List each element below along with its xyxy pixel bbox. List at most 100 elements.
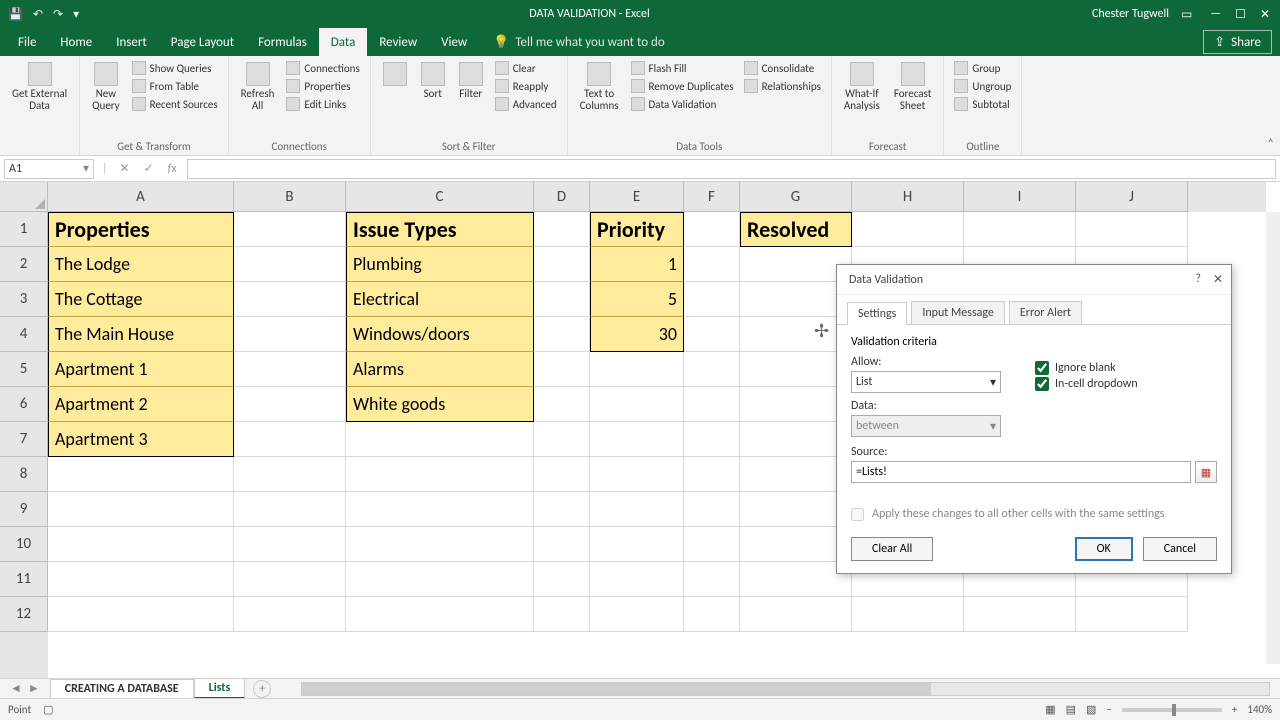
column-header-I[interactable]: I [964,182,1076,212]
cell-D1[interactable] [534,212,590,247]
cell-E8[interactable] [590,457,684,492]
sort-az-button[interactable] [379,60,411,88]
cancel-button[interactable]: Cancel [1143,537,1217,561]
cell-F2[interactable] [684,247,740,282]
range-picker-button[interactable]: ▦ [1195,461,1217,483]
tell-me[interactable]: 💡 Tell me what you want to do [479,28,1203,56]
group-button[interactable]: Group [952,60,1013,76]
undo-icon[interactable]: ↶ [33,7,43,22]
cell-C10[interactable] [346,527,534,562]
row-header-9[interactable]: 9 [0,492,48,527]
cell-B8[interactable] [234,457,346,492]
zoom-slider[interactable] [1122,708,1222,712]
cell-D3[interactable] [534,282,590,317]
share-button[interactable]: ⇪ Share [1203,30,1272,54]
minimize-icon[interactable]: — [1210,7,1221,22]
cell-E12[interactable] [590,597,684,632]
ungroup-button[interactable]: Ungroup [952,78,1013,94]
sheet-tab-lists[interactable]: Lists [194,678,246,699]
cell-G1[interactable]: Resolved [740,212,852,247]
cell-H1[interactable] [852,212,964,247]
cell-A3[interactable]: The Cottage [48,282,234,317]
column-header-F[interactable]: F [684,182,740,212]
tab-file[interactable]: File [6,28,48,56]
cell-B4[interactable] [234,317,346,352]
sheet-tab-creating-database[interactable]: CREATING A DATABASE [50,679,194,698]
new-query-button[interactable]: New Query [88,60,124,114]
row-header-6[interactable]: 6 [0,387,48,422]
dialog-close-icon[interactable]: ✕ [1213,272,1223,287]
cell-E6[interactable] [590,387,684,422]
vertical-scrollbar[interactable] [1266,212,1280,664]
cell-J12[interactable] [1076,597,1188,632]
row-header-12[interactable]: 12 [0,597,48,632]
cell-C6[interactable]: White goods [346,387,534,422]
tab-view[interactable]: View [429,28,479,56]
remove-duplicates-button[interactable]: Remove Duplicates [629,78,736,94]
cell-D5[interactable] [534,352,590,387]
cell-C9[interactable] [346,492,534,527]
ribbon-display-icon[interactable]: ▭ [1181,7,1192,22]
cell-C5[interactable]: Alarms [346,352,534,387]
cell-F12[interactable] [684,597,740,632]
cell-A7[interactable]: Apartment 3 [48,422,234,457]
cell-A1[interactable]: Properties [48,212,234,247]
row-header-1[interactable]: 1 [0,212,48,247]
tab-home[interactable]: Home [48,28,104,56]
row-header-4[interactable]: 4 [0,317,48,352]
cell-C7[interactable] [346,422,534,457]
cell-B10[interactable] [234,527,346,562]
zoom-out-icon[interactable]: − [1106,703,1111,716]
cell-D8[interactable] [534,457,590,492]
cell-B2[interactable] [234,247,346,282]
cell-C3[interactable]: Electrical [346,282,534,317]
ok-button[interactable]: OK [1075,537,1133,561]
dialog-help-icon[interactable]: ? [1195,272,1201,287]
qat-more-icon[interactable]: ▾ [73,7,79,22]
cell-F7[interactable] [684,422,740,457]
incell-dropdown-checkbox[interactable] [1035,377,1049,391]
cell-C8[interactable] [346,457,534,492]
maximize-icon[interactable]: ☐ [1235,7,1246,22]
cell-E7[interactable] [590,422,684,457]
relationships-button[interactable]: Relationships [742,78,823,94]
dialog-tab-settings[interactable]: Settings [847,302,907,325]
what-if-button[interactable]: What-If Analysis [840,60,884,114]
cell-C1[interactable]: Issue Types [346,212,534,247]
consolidate-button[interactable]: Consolidate [742,60,823,76]
cell-F11[interactable] [684,562,740,597]
cell-F1[interactable] [684,212,740,247]
cell-A11[interactable] [48,562,234,597]
cell-D6[interactable] [534,387,590,422]
text-to-columns-button[interactable]: Text to Columns [576,60,623,114]
sort-dialog-button[interactable]: Sort [417,60,449,102]
cell-B3[interactable] [234,282,346,317]
cell-F4[interactable] [684,317,740,352]
cell-B7[interactable] [234,422,346,457]
cell-F10[interactable] [684,527,740,562]
filter-button[interactable]: Filter [455,60,487,102]
save-icon[interactable]: 💾 [8,7,23,22]
cell-C2[interactable]: Plumbing [346,247,534,282]
collapse-ribbon-icon[interactable]: ˄ [1268,137,1274,151]
redo-icon[interactable]: ↷ [53,7,63,22]
recent-sources-button[interactable]: Recent Sources [130,96,220,112]
cell-G12[interactable] [740,597,852,632]
chevron-down-icon[interactable]: ▾ [83,161,89,176]
cell-D9[interactable] [534,492,590,527]
cell-D2[interactable] [534,247,590,282]
data-validation-button[interactable]: Data Validation [629,96,736,112]
cell-I1[interactable] [964,212,1076,247]
row-header-8[interactable]: 8 [0,457,48,492]
sheet-nav-prev-icon[interactable]: ◄ [10,681,22,696]
properties-button[interactable]: Properties [284,78,361,94]
cell-F3[interactable] [684,282,740,317]
cell-C4[interactable]: Windows/doors [346,317,534,352]
tab-page-layout[interactable]: Page Layout [159,28,246,56]
source-input[interactable] [851,461,1191,483]
cell-B6[interactable] [234,387,346,422]
dialog-tab-input-message[interactable]: Input Message [911,301,1005,324]
cell-D10[interactable] [534,527,590,562]
view-page-layout-icon[interactable]: ▤ [1066,703,1076,716]
row-header-2[interactable]: 2 [0,247,48,282]
